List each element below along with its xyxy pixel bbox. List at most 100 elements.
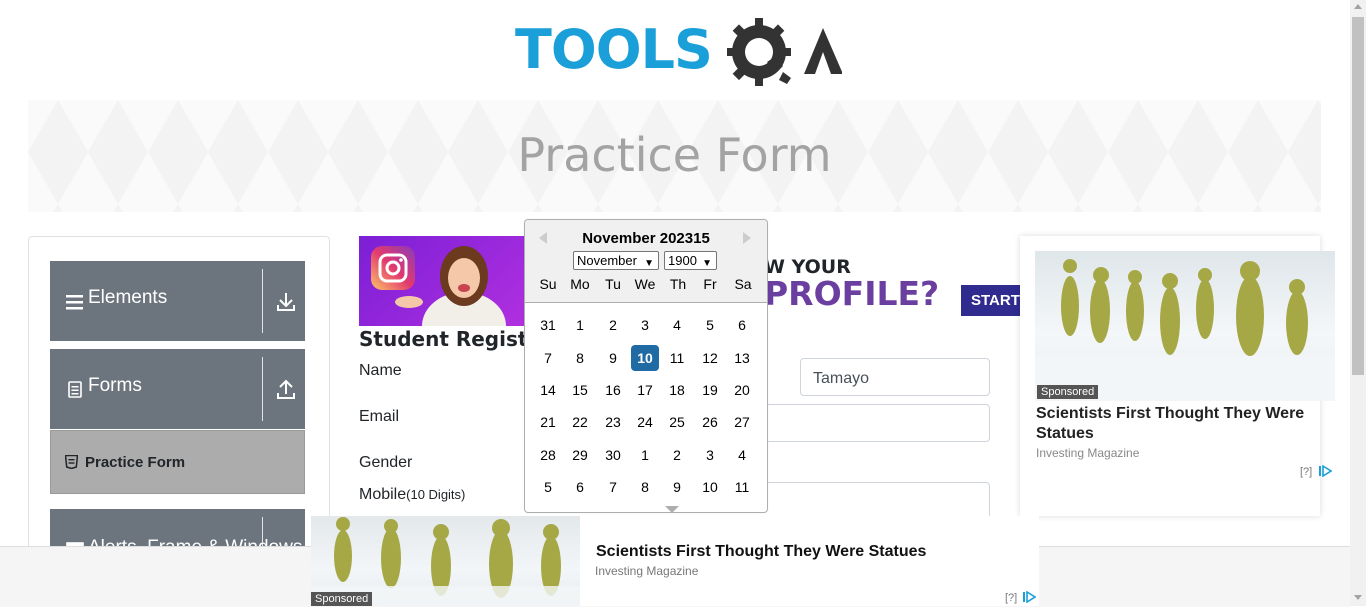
calendar-day[interactable]: 19: [696, 377, 724, 403]
document-icon: [68, 381, 82, 398]
ad-start-button[interactable]: START: [961, 285, 1023, 316]
toolsqa-logo[interactable]: TOOLS: [515, 16, 842, 90]
weekday-label: Tu: [605, 276, 621, 292]
calendar-day[interactable]: 5: [534, 474, 562, 500]
divider: [262, 357, 263, 421]
gender-label: Gender: [359, 454, 413, 471]
ad-source: Investing Magazine: [595, 564, 699, 578]
calendar-day[interactable]: 4: [663, 312, 691, 338]
scroll-up-icon[interactable]: [1354, 4, 1362, 9]
calendar-day[interactable]: 2: [663, 442, 691, 468]
calendar-day[interactable]: 25: [663, 409, 691, 435]
calendar-day[interactable]: 29: [566, 442, 594, 468]
next-month-icon[interactable]: [743, 232, 751, 244]
ad-headline: PROFILE?: [764, 274, 940, 313]
calendar-day[interactable]: 23: [599, 409, 627, 435]
calendar-day[interactable]: 11: [663, 345, 691, 371]
logo-text: TOOLS: [515, 18, 713, 81]
calendar-day[interactable]: 18: [663, 377, 691, 403]
weekday-row: Su Mo Tu We Th Fr Sa: [531, 276, 761, 296]
scrollbar-thumb[interactable]: [1352, 17, 1364, 375]
calendar-day[interactable]: 8: [631, 474, 659, 500]
calendar-day[interactable]: 10: [696, 474, 724, 500]
calendar-day[interactable]: 6: [728, 312, 756, 338]
month-select[interactable]: November ▼: [573, 251, 659, 270]
calendar-day[interactable]: 27: [728, 409, 756, 435]
calendar-day[interactable]: 20: [728, 377, 756, 403]
instagram-promo-illustration: [371, 246, 506, 326]
html5-shield-icon: [65, 455, 78, 469]
sidebar-group-elements[interactable]: Elements: [50, 261, 305, 341]
calendar-day[interactable]: 6: [566, 474, 594, 500]
email-label: Email: [359, 408, 400, 425]
calendar-day[interactable]: 8: [566, 345, 594, 371]
scroll-down-icon[interactable]: [1354, 595, 1362, 600]
bottom-ad[interactable]: Sponsored Scientists First Thought They …: [311, 516, 1039, 606]
logo-gear-icon: [727, 18, 842, 86]
date-picker-pointer: [665, 506, 679, 513]
ad-title[interactable]: Scientists First Thought They Were Statu…: [596, 543, 926, 561]
ad-info-link[interactable]: [?]: [1005, 592, 1017, 604]
download-arrow-icon[interactable]: [276, 291, 296, 313]
calendar-day[interactable]: 3: [631, 312, 659, 338]
email-input[interactable]: [760, 404, 990, 442]
weekday-label: Su: [539, 276, 557, 292]
weekday-label: Fr: [703, 276, 717, 292]
calendar-day[interactable]: 15: [566, 377, 594, 403]
adchoices-icon[interactable]: [1318, 465, 1332, 477]
weekday-label: Sa: [734, 276, 752, 292]
right-ad[interactable]: Sponsored Scientists First Thought They …: [1020, 236, 1335, 516]
calendar-day[interactable]: 21: [534, 409, 562, 435]
calendar-day[interactable]: 11: [728, 474, 756, 500]
calendar-day[interactable]: 9: [599, 345, 627, 371]
calendar-day[interactable]: 1: [631, 442, 659, 468]
ad-image: Sponsored: [311, 516, 580, 606]
ad-title[interactable]: Scientists First Thought They Were Statu…: [1036, 404, 1326, 444]
calendar-day[interactable]: 16: [599, 377, 627, 403]
date-picker[interactable]: November 202315 November ▼ 1900 ▼ Su Mo …: [524, 219, 768, 513]
calendar-day[interactable]: 24: [631, 409, 659, 435]
sponsored-badge: Sponsored: [311, 592, 373, 606]
mobile-hint: (10 Digits): [406, 487, 466, 502]
calendar-day[interactable]: 4: [728, 442, 756, 468]
calendar-day[interactable]: 22: [566, 409, 594, 435]
calendar-day[interactable]: 17: [631, 377, 659, 403]
year-select-value: 1900: [668, 253, 697, 268]
calendar-day-selected[interactable]: 10: [631, 345, 659, 371]
calendar-day[interactable]: 9: [663, 474, 691, 500]
calendar-day[interactable]: 14: [534, 377, 562, 403]
ad-image: [359, 236, 529, 326]
sidebar-group-label: Elements: [88, 287, 168, 308]
chevron-down-icon: ▼: [702, 258, 712, 269]
calendar-day[interactable]: 28: [534, 442, 562, 468]
upload-arrow-icon[interactable]: [276, 379, 296, 401]
calendar-day[interactable]: 12: [696, 345, 724, 371]
calendar-day[interactable]: 7: [599, 474, 627, 500]
calendar-day[interactable]: 2: [599, 312, 627, 338]
mobile-input[interactable]: [760, 482, 990, 520]
weekday-label: Mo: [570, 276, 590, 292]
calendar-day[interactable]: 26: [696, 409, 724, 435]
sidebar-item-practice-form[interactable]: Practice Form: [50, 430, 305, 494]
chevron-down-icon: ▼: [644, 258, 654, 269]
sponsored-badge: Sponsored: [1037, 385, 1099, 399]
calendar-day[interactable]: 3: [696, 442, 724, 468]
sidebar: Elements Forms Practice Form Alerts, Fra…: [28, 236, 330, 578]
year-select[interactable]: 1900 ▼: [664, 251, 717, 270]
page-scrollbar[interactable]: [1350, 0, 1366, 606]
calendar-day[interactable]: 7: [534, 345, 562, 371]
mobile-label-text: Mobile: [359, 486, 407, 503]
calendar-day[interactable]: 1: [566, 312, 594, 338]
page-banner: Practice Form: [28, 100, 1321, 212]
calendar-day[interactable]: 31: [534, 312, 562, 338]
weekday-label: We: [634, 276, 656, 292]
calendar-day[interactable]: 13: [728, 345, 756, 371]
ad-source: Investing Magazine: [1036, 446, 1140, 460]
ad-info-link[interactable]: [?]: [1300, 466, 1312, 478]
adchoices-icon[interactable]: [1022, 591, 1036, 603]
month-select-value: November: [577, 253, 637, 268]
sidebar-group-forms[interactable]: Forms: [50, 349, 305, 429]
calendar-day[interactable]: 30: [599, 442, 627, 468]
last-name-input[interactable]: Tamayo: [800, 358, 990, 396]
calendar-day[interactable]: 5: [696, 312, 724, 338]
